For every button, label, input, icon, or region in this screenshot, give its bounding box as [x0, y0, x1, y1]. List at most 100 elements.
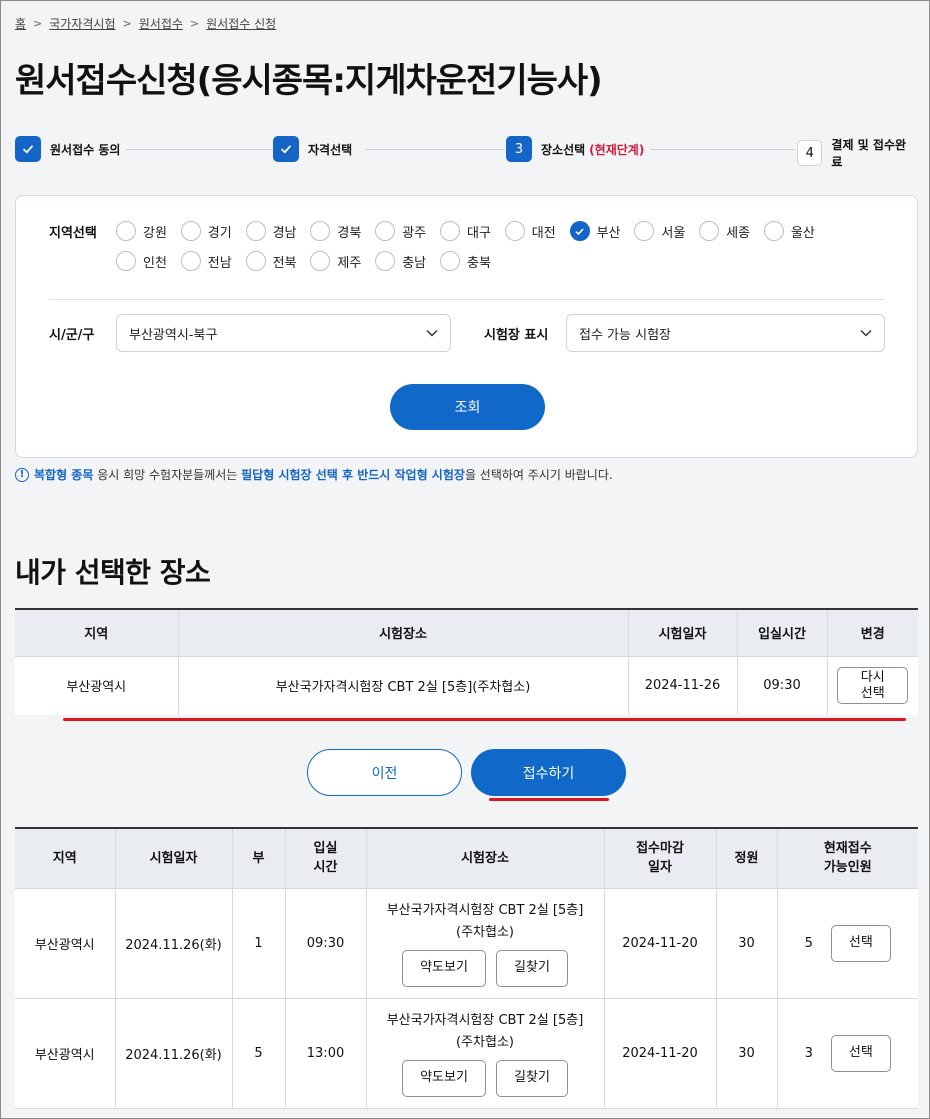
step-qualification: 자격선택 [273, 136, 359, 162]
cell-part: 5 [232, 998, 286, 1109]
available-count: 3 [804, 1045, 813, 1061]
breadcrumb-application[interactable]: 원서접수 [139, 15, 183, 32]
radio-icon [375, 251, 396, 271]
select-button[interactable]: 선택 [830, 1034, 891, 1072]
radio-icon [180, 221, 201, 241]
region-radio[interactable]: 울산 [763, 221, 829, 241]
radio-icon [116, 221, 136, 241]
cell-capacity: 30 [716, 998, 778, 1109]
select-button[interactable]: 선택 [830, 924, 891, 962]
region-radio[interactable]: 부산 [569, 221, 635, 241]
breadcrumb-home[interactable]: 홈 [15, 15, 26, 32]
region-radio[interactable]: 경기 [180, 221, 246, 241]
annotation-underline [489, 798, 609, 801]
region-radio[interactable]: 제주 [310, 251, 375, 271]
region-radio-label: 충북 [466, 255, 491, 271]
region-radio[interactable]: 광주 [375, 221, 440, 241]
place-actions: 약도보기 길찾기 [367, 949, 604, 987]
step-label: 장소선택 [541, 142, 586, 157]
region-radio[interactable]: 경북 [310, 221, 375, 241]
region-radio-label: 대구 [466, 225, 491, 241]
header-place: 시험장소 [366, 828, 605, 889]
annotation-underline [63, 718, 906, 721]
step-number: 3 [506, 136, 532, 162]
reselect-label: 다시 [860, 669, 885, 685]
step-indicator: 원서접수 동의 자격선택 3 장소선택 (현재단계) 4 결제 및 접수완료 [15, 136, 921, 170]
venue-list-table: 지역 시험일자 부 입실 시간 시험장소 접수마감 일자 정원 현재접수 가능인원 부… [15, 827, 918, 1109]
step-label: 결제 및 접수완료 [831, 138, 907, 169]
venue-select[interactable]: 접수 가능 시험장 [566, 314, 885, 352]
cell-time: 13:00 [285, 998, 367, 1109]
reselect-button[interactable]: 다시 선택 [837, 667, 909, 705]
region-radio[interactable]: 강원 [116, 221, 181, 241]
header-region: 지역 [15, 609, 179, 657]
region-radio-label: 세종 [726, 225, 751, 241]
map-button[interactable]: 약도보기 [402, 1059, 486, 1097]
region-radio[interactable]: 세종 [699, 221, 764, 241]
step-connector [650, 149, 795, 150]
region-radio[interactable]: 충북 [439, 251, 505, 271]
region-radio-group: 강원 경기 경남 경북 광주 대구 대전 부산 서울 세종 울산 [116, 221, 829, 241]
step-number: 4 [797, 140, 823, 166]
place-actions: 약도보기 길찾기 [367, 1059, 604, 1097]
radio-icon [310, 251, 331, 271]
venue-value: 접수 가능 시험장 [579, 327, 671, 343]
cell-available: 3 선택 [777, 998, 919, 1109]
region-radio-label: 광주 [402, 225, 427, 241]
region-radio[interactable]: 서울 [634, 221, 699, 241]
region-radio[interactable]: 경남 [245, 221, 311, 241]
table-row: 부산광역시 부산국가자격시험장 CBT 2실 [5층](주차협소) 2024-1… [15, 656, 918, 715]
step-connector [365, 149, 505, 150]
cell-date: 2024.11.26(화) [115, 998, 233, 1109]
region-radio[interactable]: 전남 [180, 251, 246, 271]
breadcrumb-exam[interactable]: 국가자격시험 [49, 15, 115, 32]
header-time: 입실시간 [737, 609, 828, 657]
map-button[interactable]: 약도보기 [402, 949, 486, 987]
step-location: 3 장소선택 (현재단계) [506, 136, 651, 162]
chevron-down-icon [426, 326, 438, 340]
page-title: 원서접수신청(응시종목:지게차운전기능사) [15, 61, 603, 101]
region-radio[interactable]: 대전 [504, 221, 570, 241]
notice-text: 응시 희망 수험자분들께서는 [93, 468, 242, 482]
cell-region: 부산광역시 [15, 656, 179, 715]
region-radio-label: 경기 [207, 225, 232, 241]
breadcrumb-apply[interactable]: 원서접수 신청 [206, 15, 276, 32]
region-radio[interactable]: 인천 [116, 251, 181, 271]
submit-button[interactable]: 접수하기 [471, 749, 626, 796]
cell-region: 부산광역시 [15, 888, 116, 999]
step-label: 원서접수 동의 [50, 142, 121, 157]
cell-time: 09:30 [737, 656, 828, 715]
region-label: 지역선택 [49, 226, 97, 241]
radio-icon [245, 251, 266, 271]
header-available-line: 현재접수 [823, 841, 872, 857]
prev-button[interactable]: 이전 [307, 749, 462, 796]
region-radio[interactable]: 대구 [439, 221, 505, 241]
check-icon [273, 136, 299, 162]
district-value: 부산광역시-북구 [129, 327, 218, 343]
header-available: 현재접수 가능인원 [777, 828, 918, 889]
radio-icon [439, 251, 460, 271]
available-count: 5 [804, 935, 813, 951]
district-select[interactable]: 부산광역시-북구 [116, 314, 451, 352]
region-radio-label: 전남 [207, 255, 232, 271]
directions-button[interactable]: 길찾기 [496, 949, 568, 987]
header-capacity: 정원 [716, 828, 778, 889]
header-deadline: 접수마감 일자 [604, 828, 717, 889]
available-wrap: 3 선택 [778, 1034, 919, 1072]
step-agreement: 원서접수 동의 [15, 136, 127, 162]
radio-icon [504, 221, 525, 241]
notice-highlight: 복합형 종목 [34, 468, 94, 482]
search-button[interactable]: 조회 [390, 384, 545, 430]
page-frame: 홈 > 국가자격시험 > 원서접수 > 원서접수 신청 원서접수신청(응시종목:… [0, 0, 930, 1119]
region-radio[interactable]: 전북 [245, 251, 311, 271]
radio-icon [634, 221, 655, 241]
cell-place: 부산국가자격시험장 CBT 2실 [5층](주차협소) [178, 656, 629, 715]
directions-button[interactable]: 길찾기 [496, 1059, 568, 1097]
chevron-right-icon: > [33, 17, 43, 30]
header-time: 입실시간 [285, 828, 367, 889]
header-date: 시험일자 [628, 609, 738, 657]
header-time-line: 시간 [313, 860, 338, 876]
region-radio-group: 인천 전남 전북 제주 충남 충북 [116, 251, 505, 271]
region-radio[interactable]: 충남 [375, 251, 440, 271]
header-deadline-line: 일자 [648, 860, 672, 876]
